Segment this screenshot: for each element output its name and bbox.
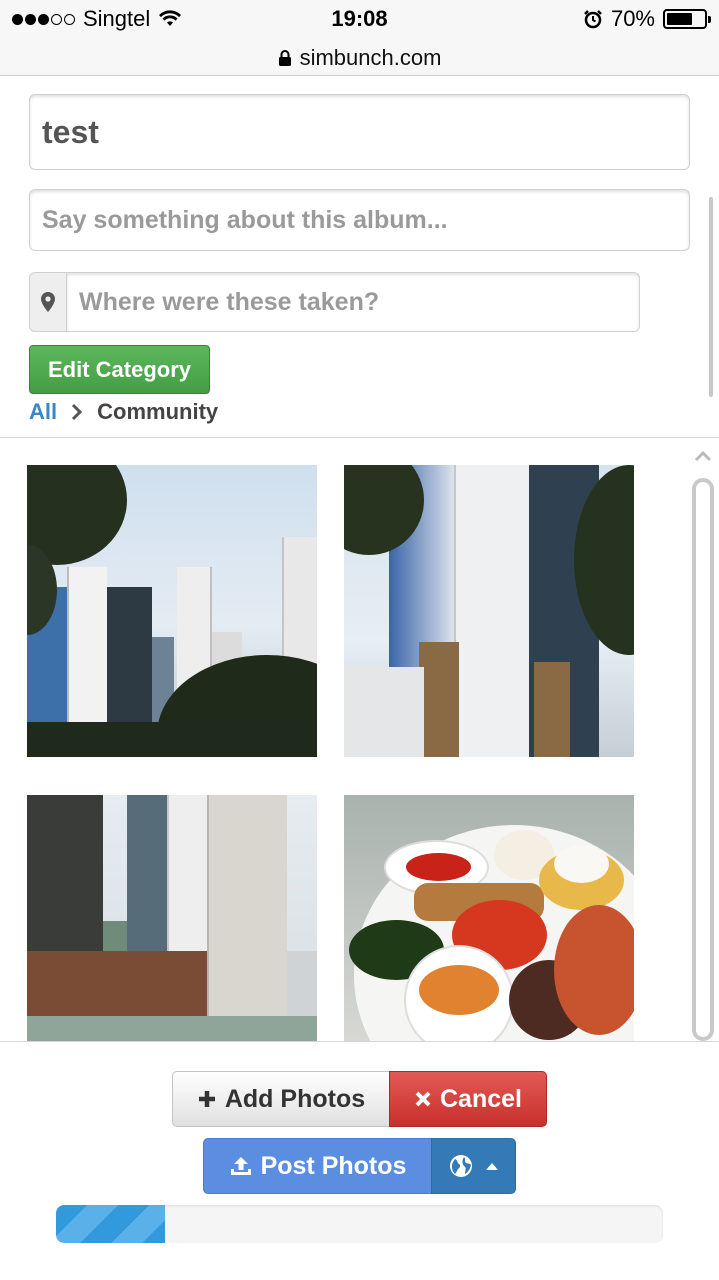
status-bar: Singtel 19:08 70% xyxy=(0,0,719,40)
action-bar: Add Photos Cancel Post Photos xyxy=(0,1041,719,1280)
photo-grid-scrollbar[interactable] xyxy=(692,478,714,1041)
close-icon xyxy=(415,1091,431,1107)
upload-progress-bar xyxy=(56,1205,663,1243)
album-title-input[interactable]: test xyxy=(29,94,690,170)
alarm-icon xyxy=(584,10,602,29)
category-breadcrumb: All Community xyxy=(29,399,218,425)
photo-thumbnail[interactable] xyxy=(344,795,634,1041)
caret-up-icon xyxy=(485,1163,498,1170)
breadcrumb-current: Community xyxy=(97,399,219,424)
cancel-button[interactable]: Cancel xyxy=(389,1071,547,1127)
chevron-right-icon xyxy=(72,403,83,421)
upload-progress-fill xyxy=(56,1205,166,1243)
location-input[interactable]: Where were these taken? xyxy=(66,272,640,332)
upload-icon xyxy=(230,1157,251,1175)
privacy-dropdown-button[interactable] xyxy=(431,1138,516,1194)
address-bar[interactable]: simbunch.com xyxy=(0,40,719,76)
add-photos-button[interactable]: Add Photos xyxy=(172,1071,390,1127)
scroll-up-icon[interactable] xyxy=(694,445,712,468)
album-form: test Say something about this album... W… xyxy=(0,77,719,438)
photo-thumbnail[interactable] xyxy=(27,795,317,1041)
photo-thumbnail[interactable] xyxy=(27,465,317,757)
edit-category-button[interactable]: Edit Category xyxy=(29,345,210,394)
post-photos-label: Post Photos xyxy=(260,1151,407,1180)
lock-icon xyxy=(278,49,291,66)
location-field-group: Where were these taken? xyxy=(29,272,640,332)
url-domain: simbunch.com xyxy=(299,44,442,70)
battery-percent: 70% xyxy=(610,6,655,31)
album-description-input[interactable]: Say something about this album... xyxy=(29,189,690,251)
form-scrollbar[interactable] xyxy=(709,197,713,397)
status-right: 70% xyxy=(583,6,711,32)
plus-icon xyxy=(198,1091,215,1107)
map-marker-icon xyxy=(29,272,67,332)
battery-icon xyxy=(663,9,711,29)
cancel-label: Cancel xyxy=(440,1084,522,1113)
breadcrumb-all-link[interactable]: All xyxy=(29,399,57,425)
post-photos-button[interactable]: Post Photos xyxy=(203,1138,432,1194)
globe-icon xyxy=(449,1155,472,1177)
add-photos-label: Add Photos xyxy=(224,1084,366,1113)
photo-thumbnail[interactable] xyxy=(344,465,634,757)
